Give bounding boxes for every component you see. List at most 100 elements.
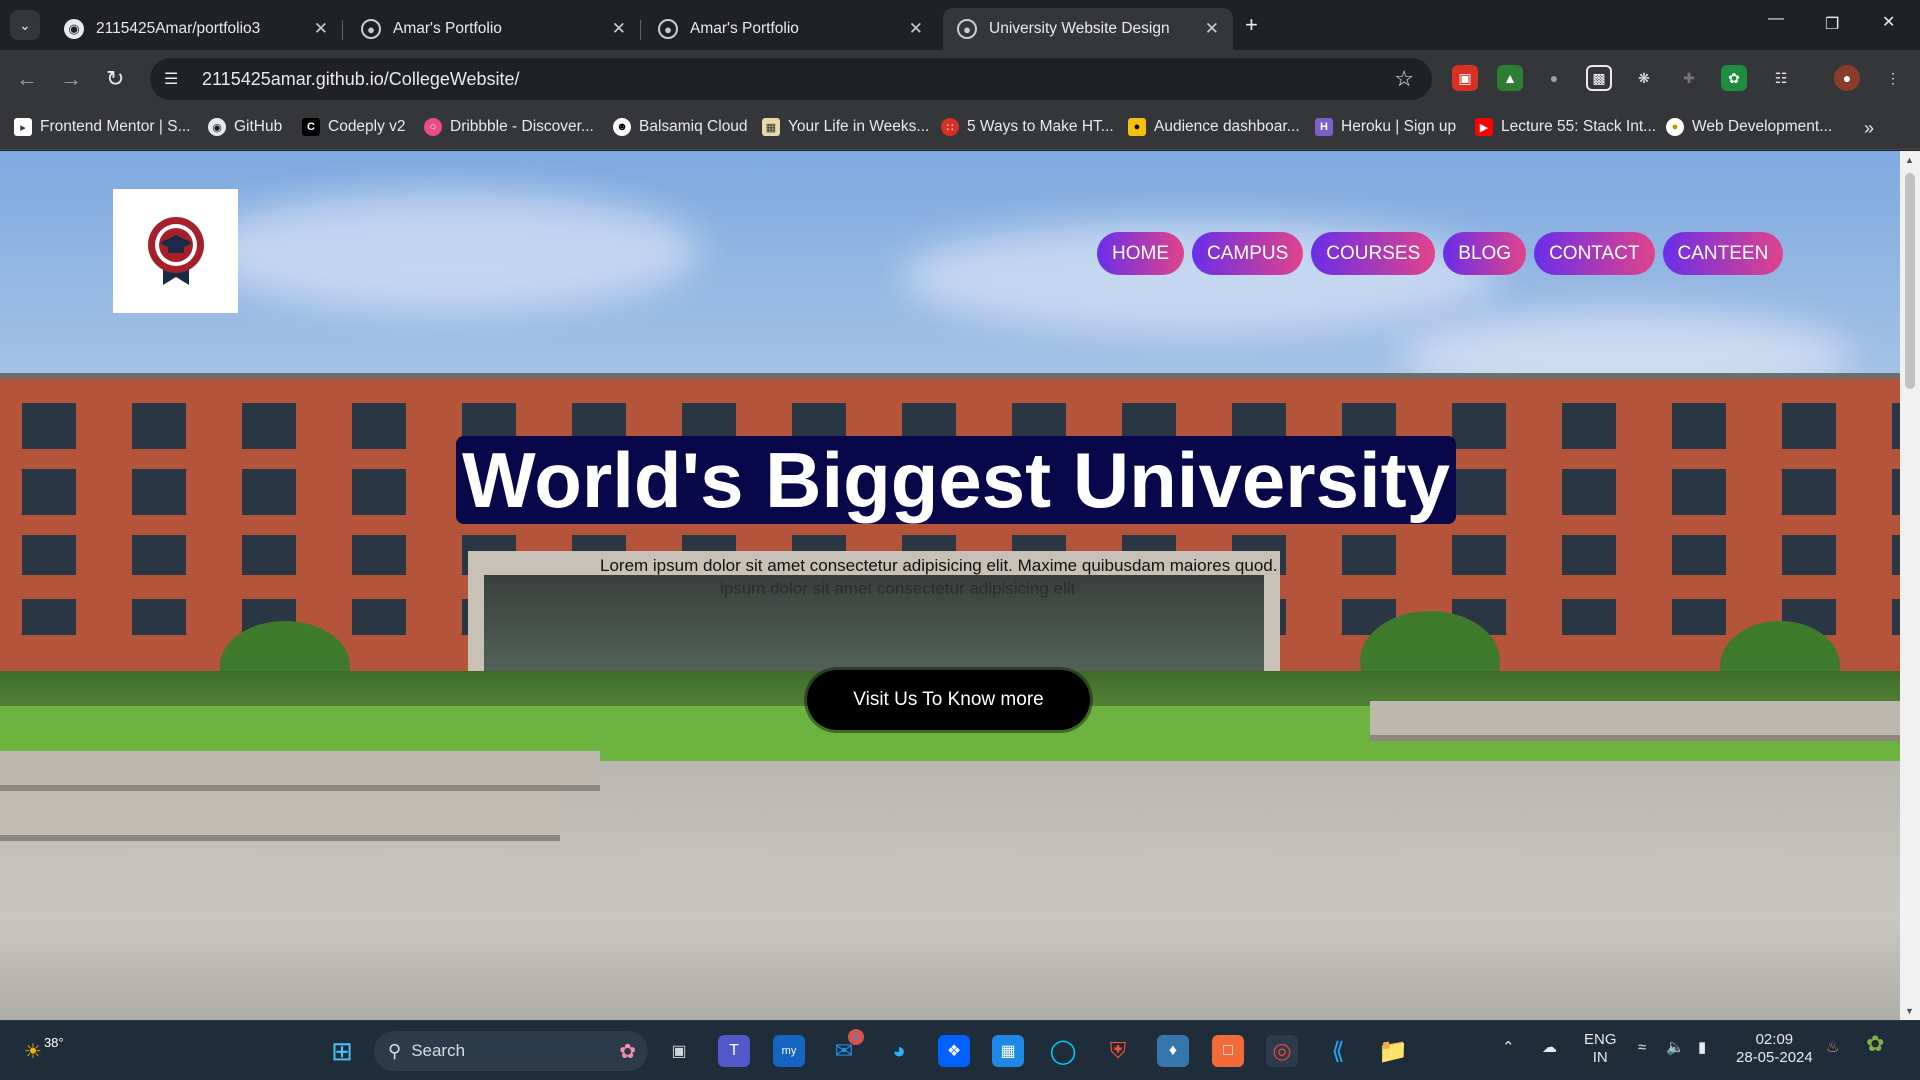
web-dev-icon: ● bbox=[1666, 118, 1684, 136]
battery-icon[interactable]: ▮ bbox=[1698, 1039, 1706, 1057]
window-close-button[interactable]: ✕ bbox=[1882, 12, 1895, 32]
more-bookmarks-chevron-icon[interactable]: » bbox=[1864, 118, 1874, 139]
profile-avatar[interactable]: ● bbox=[1834, 65, 1860, 91]
address-bar[interactable]: ☰ 2115425amar.github.io/CollegeWebsite/ … bbox=[150, 58, 1432, 100]
dropbox-icon[interactable]: ❖ bbox=[938, 1035, 970, 1067]
bookmark-dribbble[interactable]: ○ Dribbble - Discover... bbox=[424, 118, 594, 136]
close-icon[interactable]: ✕ bbox=[1205, 19, 1219, 39]
tab-title: Amar's Portfolio bbox=[393, 20, 502, 37]
bookmark-github[interactable]: ◉ GitHub bbox=[208, 118, 282, 136]
mail-icon[interactable]: ✉ 3 bbox=[828, 1029, 864, 1067]
region-code: IN bbox=[1592, 1049, 1608, 1066]
balsamiq-icon: ☻ bbox=[613, 118, 631, 136]
nav-blog[interactable]: BLOG bbox=[1443, 232, 1527, 275]
close-icon[interactable]: ✕ bbox=[314, 19, 328, 39]
bookmark-star-icon[interactable]: ☆ bbox=[1394, 66, 1414, 92]
bookmark-5-ways-html[interactable]: ∷ 5 Ways to Make HT... bbox=[941, 118, 1114, 136]
tab-university-website[interactable]: ● University Website Design ✕ bbox=[943, 8, 1233, 50]
close-icon[interactable]: ✕ bbox=[909, 19, 923, 39]
extensions-puzzle-icon[interactable]: ☷ bbox=[1768, 65, 1794, 91]
url-text: 2115425amar.github.io/CollegeWebsite/ bbox=[202, 68, 520, 89]
bookmark-balsamiq[interactable]: ☻ Balsamiq Cloud bbox=[613, 118, 748, 136]
tab-search-dropdown[interactable]: ⌄ bbox=[10, 10, 40, 40]
site-info-icon[interactable]: ☰ bbox=[164, 69, 188, 89]
bookmark-label: Your Life in Weeks... bbox=[788, 118, 930, 135]
bookmark-web-development[interactable]: ● Web Development... bbox=[1666, 118, 1832, 136]
extension-icon-red[interactable]: ▣ bbox=[1452, 65, 1478, 91]
onedrive-cloud-icon[interactable]: ☁ bbox=[1542, 1039, 1557, 1057]
page-scrollbar[interactable]: ▲ ▼ bbox=[1900, 151, 1920, 1020]
frontend-mentor-icon: ▸ bbox=[14, 118, 32, 136]
bookmark-label: Dribbble - Discover... bbox=[450, 118, 594, 135]
restore-button[interactable]: ❐ bbox=[1825, 14, 1839, 34]
bookmark-audience-dashboard[interactable]: ● Audience dashboar... bbox=[1128, 118, 1300, 136]
nav-canteen[interactable]: CANTEEN bbox=[1662, 232, 1784, 275]
clock-date: 28-05-2024 bbox=[1736, 1049, 1813, 1066]
scroll-down-arrow-icon[interactable]: ▼ bbox=[1905, 1006, 1914, 1016]
edge-icon[interactable]: ◕ bbox=[883, 1035, 915, 1067]
picture-in-picture-icon[interactable]: ▩ bbox=[1586, 65, 1612, 91]
new-tab-button[interactable]: + bbox=[1245, 12, 1258, 38]
scrollbar-thumb[interactable] bbox=[1905, 173, 1915, 389]
mylearn-icon[interactable]: my bbox=[773, 1035, 805, 1067]
notification-bell-icon[interactable]: ♨ bbox=[1826, 1039, 1839, 1057]
python-icon[interactable]: ♦ bbox=[1157, 1035, 1189, 1067]
tab-portfolio3[interactable]: ◉ 2115425Amar/portfolio3 ✕ bbox=[50, 8, 343, 50]
alexa-icon[interactable]: ◯ bbox=[1047, 1035, 1079, 1067]
windows-taskbar: ☀ 38° ⊞ ⚲ Search ✿ ▣ T my ✉ 3 ◕ ❖ ▦ ◯ ⛨ ♦… bbox=[0, 1020, 1920, 1080]
close-icon[interactable]: ✕ bbox=[612, 19, 626, 39]
bookmark-codeply[interactable]: C Codeply v2 bbox=[302, 118, 406, 136]
back-arrow-icon[interactable]: ← bbox=[16, 66, 38, 92]
react-devtools-icon[interactable]: ❋ bbox=[1631, 65, 1657, 91]
extension-icon-gray[interactable]: ● bbox=[1541, 65, 1567, 91]
file-explorer-icon[interactable]: 📁 bbox=[1377, 1035, 1409, 1067]
university-logo[interactable] bbox=[113, 189, 238, 313]
store-icon[interactable]: ▦ bbox=[992, 1035, 1024, 1067]
copilot-icon[interactable]: ✿ bbox=[1866, 1033, 1884, 1055]
calendar-icon: ▦ bbox=[762, 118, 780, 136]
bookmark-label: Codeply v2 bbox=[328, 118, 406, 135]
chrome-icon[interactable]: ◎ bbox=[1266, 1035, 1298, 1067]
clock[interactable]: 02:09 28-05-2024 bbox=[1736, 1031, 1813, 1067]
forward-arrow-icon[interactable]: → bbox=[60, 66, 82, 92]
dribbble-icon: ○ bbox=[424, 118, 442, 136]
bookmark-frontend-mentor[interactable]: ▸ Frontend Mentor | S... bbox=[14, 118, 190, 136]
extension-icon-crosshair[interactable]: ✚ bbox=[1676, 65, 1702, 91]
reload-icon[interactable]: ↻ bbox=[106, 66, 124, 92]
app-icon-orange[interactable]: □ bbox=[1212, 1035, 1244, 1067]
teams-icon[interactable]: T bbox=[718, 1035, 750, 1067]
youtube-icon: ▶ bbox=[1475, 118, 1493, 136]
language-indicator[interactable]: ENG IN bbox=[1584, 1031, 1617, 1067]
bookmark-lecture-55[interactable]: ▶ Lecture 55: Stack Int... bbox=[1475, 118, 1656, 136]
menu-kebab-icon[interactable]: ⋮ bbox=[1880, 65, 1906, 91]
bookmark-life-in-weeks[interactable]: ▦ Your Life in Weeks... bbox=[762, 118, 929, 136]
brave-icon[interactable]: ⛨ bbox=[1102, 1035, 1134, 1067]
tab-title: University Website Design bbox=[989, 20, 1170, 37]
mail-badge: 3 bbox=[848, 1029, 864, 1045]
extension-icon-tree[interactable]: ▲ bbox=[1497, 65, 1523, 91]
nav-campus[interactable]: CAMPUS bbox=[1192, 232, 1304, 275]
scroll-up-arrow-icon[interactable]: ▲ bbox=[1905, 155, 1914, 165]
bookmark-label: Frontend Mentor | S... bbox=[40, 118, 191, 135]
tab-amars-portfolio-2[interactable]: ● Amar's Portfolio ✕ bbox=[644, 8, 937, 50]
toolbar: ← → ↻ ☰ 2115425amar.github.io/CollegeWeb… bbox=[0, 50, 1920, 108]
volume-icon[interactable]: 🔈 bbox=[1666, 1039, 1685, 1057]
bookmark-heroku[interactable]: H Heroku | Sign up bbox=[1315, 118, 1456, 136]
task-view-icon[interactable]: ▣ bbox=[663, 1035, 695, 1067]
nav-courses[interactable]: COURSES bbox=[1311, 232, 1436, 275]
weather-widget[interactable]: ☀ 38° bbox=[24, 1035, 84, 1067]
start-windows-icon[interactable]: ⊞ bbox=[326, 1035, 358, 1067]
extension-icon-green[interactable]: ✿ bbox=[1721, 65, 1747, 91]
concrete-bench bbox=[0, 791, 560, 841]
minimize-button[interactable]: — bbox=[1768, 10, 1784, 28]
nav-contact[interactable]: CONTACT bbox=[1534, 232, 1655, 275]
nav-home[interactable]: HOME bbox=[1097, 232, 1184, 275]
taskbar-search[interactable]: ⚲ Search ✿ bbox=[374, 1031, 648, 1071]
tab-amars-portfolio-1[interactable]: ● Amar's Portfolio ✕ bbox=[347, 8, 641, 50]
show-hidden-icons-chevron-icon[interactable]: ⌃ bbox=[1502, 1039, 1515, 1057]
wifi-icon[interactable]: ≈ bbox=[1638, 1039, 1646, 1057]
globe-icon: ● bbox=[361, 19, 381, 39]
vscode-icon[interactable]: ⟪ bbox=[1322, 1035, 1354, 1067]
concrete-bench bbox=[1370, 701, 1900, 741]
visit-us-button[interactable]: Visit Us To Know more bbox=[807, 670, 1090, 730]
